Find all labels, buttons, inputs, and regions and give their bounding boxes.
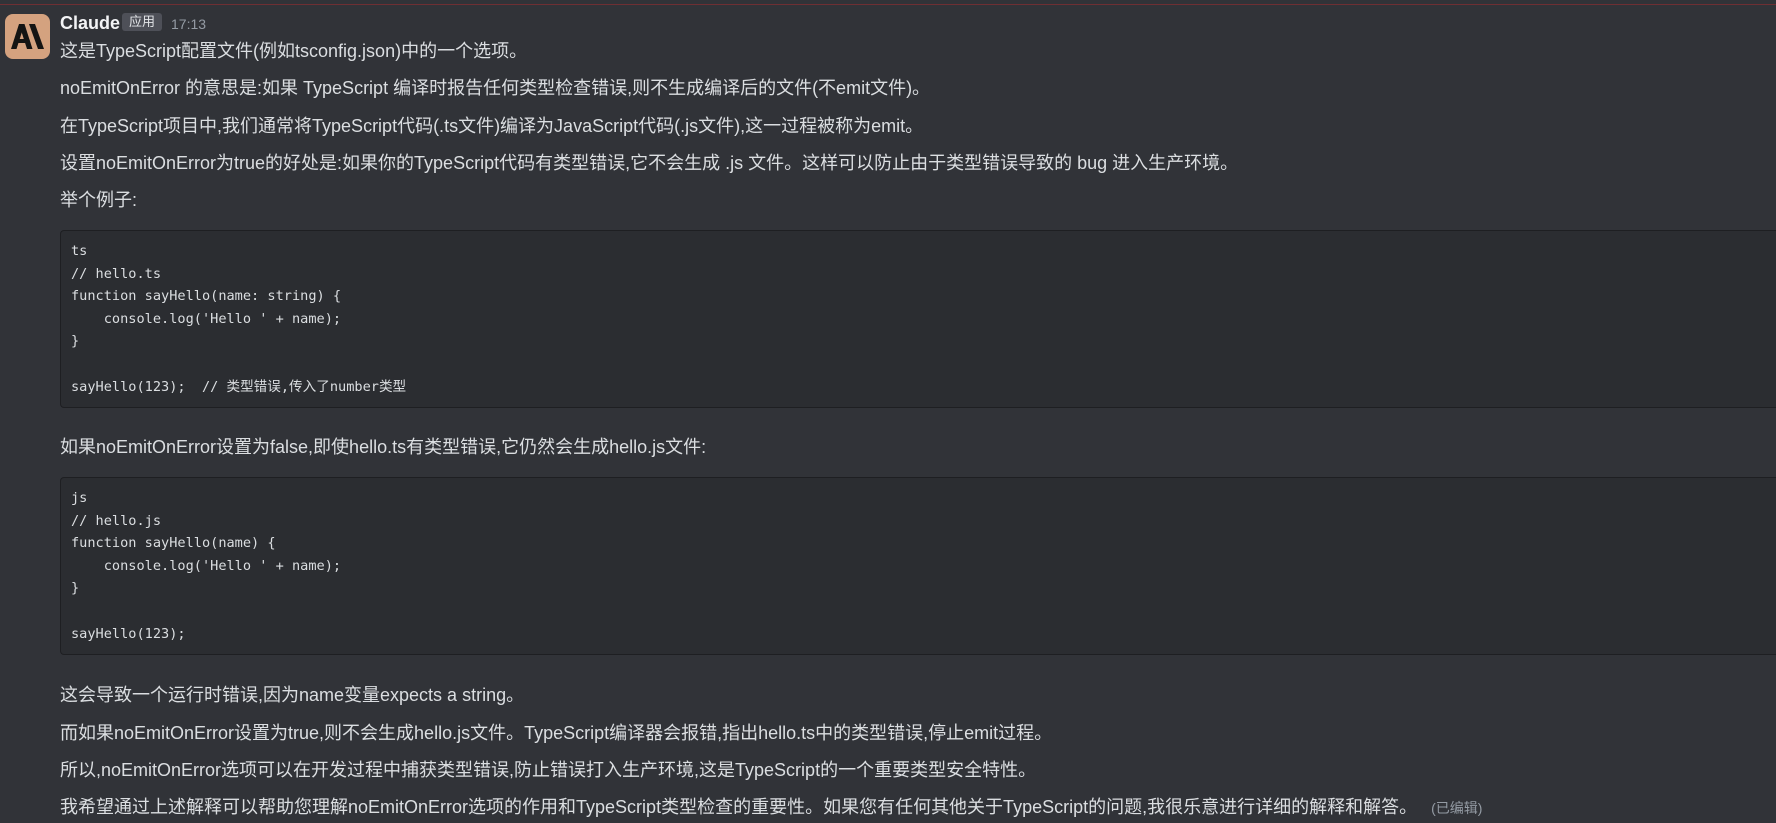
message-paragraph-text: 我希望通过上述解释可以帮助您理解noEmitOnError选项的作用和TypeS… <box>60 797 1418 817</box>
message-paragraph: 在TypeScript项目中,我们通常将TypeScript代码(.ts文件)编… <box>60 116 924 136</box>
chat-message-view: Claude 应用 17:13 这是TypeScript配置文件(例如tscon… <box>0 0 1776 823</box>
edited-label: (已编辑) <box>1431 800 1483 816</box>
message-paragraph-last: 我希望通过上述解释可以帮助您理解noEmitOnError选项的作用和TypeS… <box>60 795 1482 820</box>
code-line: sayHello(123); <box>71 625 186 642</box>
avatar[interactable] <box>5 14 50 59</box>
message-paragraph: 如果noEmitOnError设置为false,即使hello.ts有类型错误,… <box>60 437 707 457</box>
message-paragraph: 设置noEmitOnError为true的好处是:如果你的TypeScript代… <box>60 153 1239 173</box>
message-author[interactable]: Claude <box>60 11 120 35</box>
message-paragraph: noEmitOnError 的意思是:如果 TypeScript 编译时报告任何… <box>60 78 931 98</box>
claude-logo-icon <box>11 24 44 49</box>
message-paragraph: 这会导致一个运行时错误,因为name变量expects a string。 <box>60 685 525 705</box>
code-line: sayHello(123); // 类型错误,传入了number类型 <box>71 378 407 395</box>
message-timestamp[interactable]: 17:13 <box>171 15 206 33</box>
app-badge: 应用 <box>122 13 163 31</box>
code-line: } <box>71 333 80 350</box>
code-block-javascript: js // hello.js function sayHello(name) {… <box>60 477 1776 656</box>
code-line: js <box>71 490 88 506</box>
message-paragraph: 而如果noEmitOnError设置为true,则不会生成hello.js文件。… <box>60 723 1053 743</box>
code-block-typescript: ts // hello.ts function sayHello(name: s… <box>60 230 1776 409</box>
code-line: ts <box>71 243 88 259</box>
code-line: } <box>71 580 80 597</box>
message-paragraph: 这是TypeScript配置文件(例如tsconfig.json)中的一个选项。 <box>60 41 528 61</box>
message-paragraph: 举个例子: <box>60 190 138 210</box>
code-line: function sayHello(name: string) { <box>71 288 342 305</box>
code-line: function sayHello(name) { <box>71 535 276 552</box>
code-line: console.log('Hello ' + name); <box>71 310 342 327</box>
code-line: console.log('Hello ' + name); <box>71 557 342 574</box>
new-messages-divider <box>0 4 1776 5</box>
code-line: // hello.js <box>71 512 162 529</box>
message-paragraph: 所以,noEmitOnError选项可以在开发过程中捕获类型错误,防止错误打入生… <box>60 760 1037 780</box>
code-line: // hello.ts <box>71 265 162 282</box>
